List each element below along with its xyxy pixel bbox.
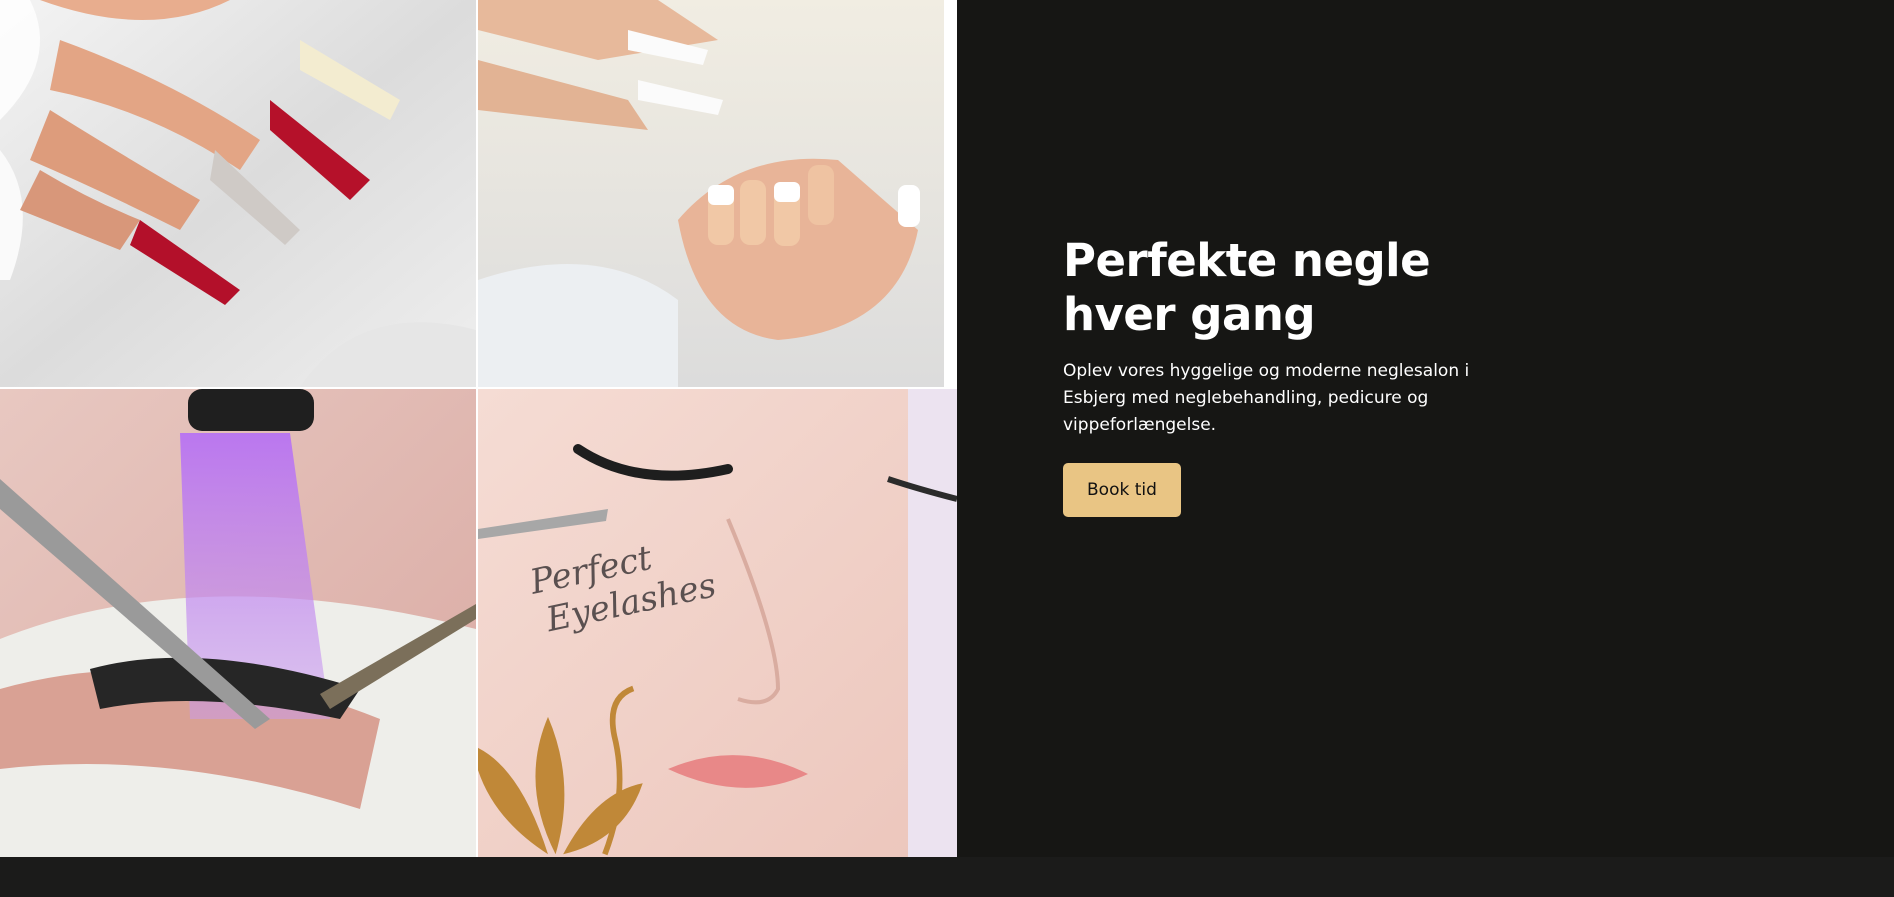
hero-headline: Perfekte negle hver gang <box>1063 234 1503 342</box>
image-gallery: Perfect Eyelashes <box>0 0 957 857</box>
french-nails-photo <box>478 0 944 387</box>
lash-extension-photo <box>0 389 476 857</box>
footer-strip <box>0 857 1894 897</box>
headline-line-1: Perfekte negle <box>1063 234 1431 287</box>
hero-section: Perfect Eyelashes Perfekte negle hver ga… <box>0 0 1894 857</box>
perfect-eyelashes-photo: Perfect Eyelashes <box>478 389 957 857</box>
headline-line-2: hver gang <box>1063 288 1316 341</box>
hero-description: Oplev vores hyggelige og moderne neglesa… <box>1063 361 1470 435</box>
red-nails-photo <box>0 0 476 387</box>
hero-content: Perfekte negle hver gang Oplev vores hyg… <box>1063 234 1503 517</box>
swan-logo-icon <box>478 685 643 856</box>
book-appointment-button[interactable]: Book tid <box>1063 463 1181 517</box>
